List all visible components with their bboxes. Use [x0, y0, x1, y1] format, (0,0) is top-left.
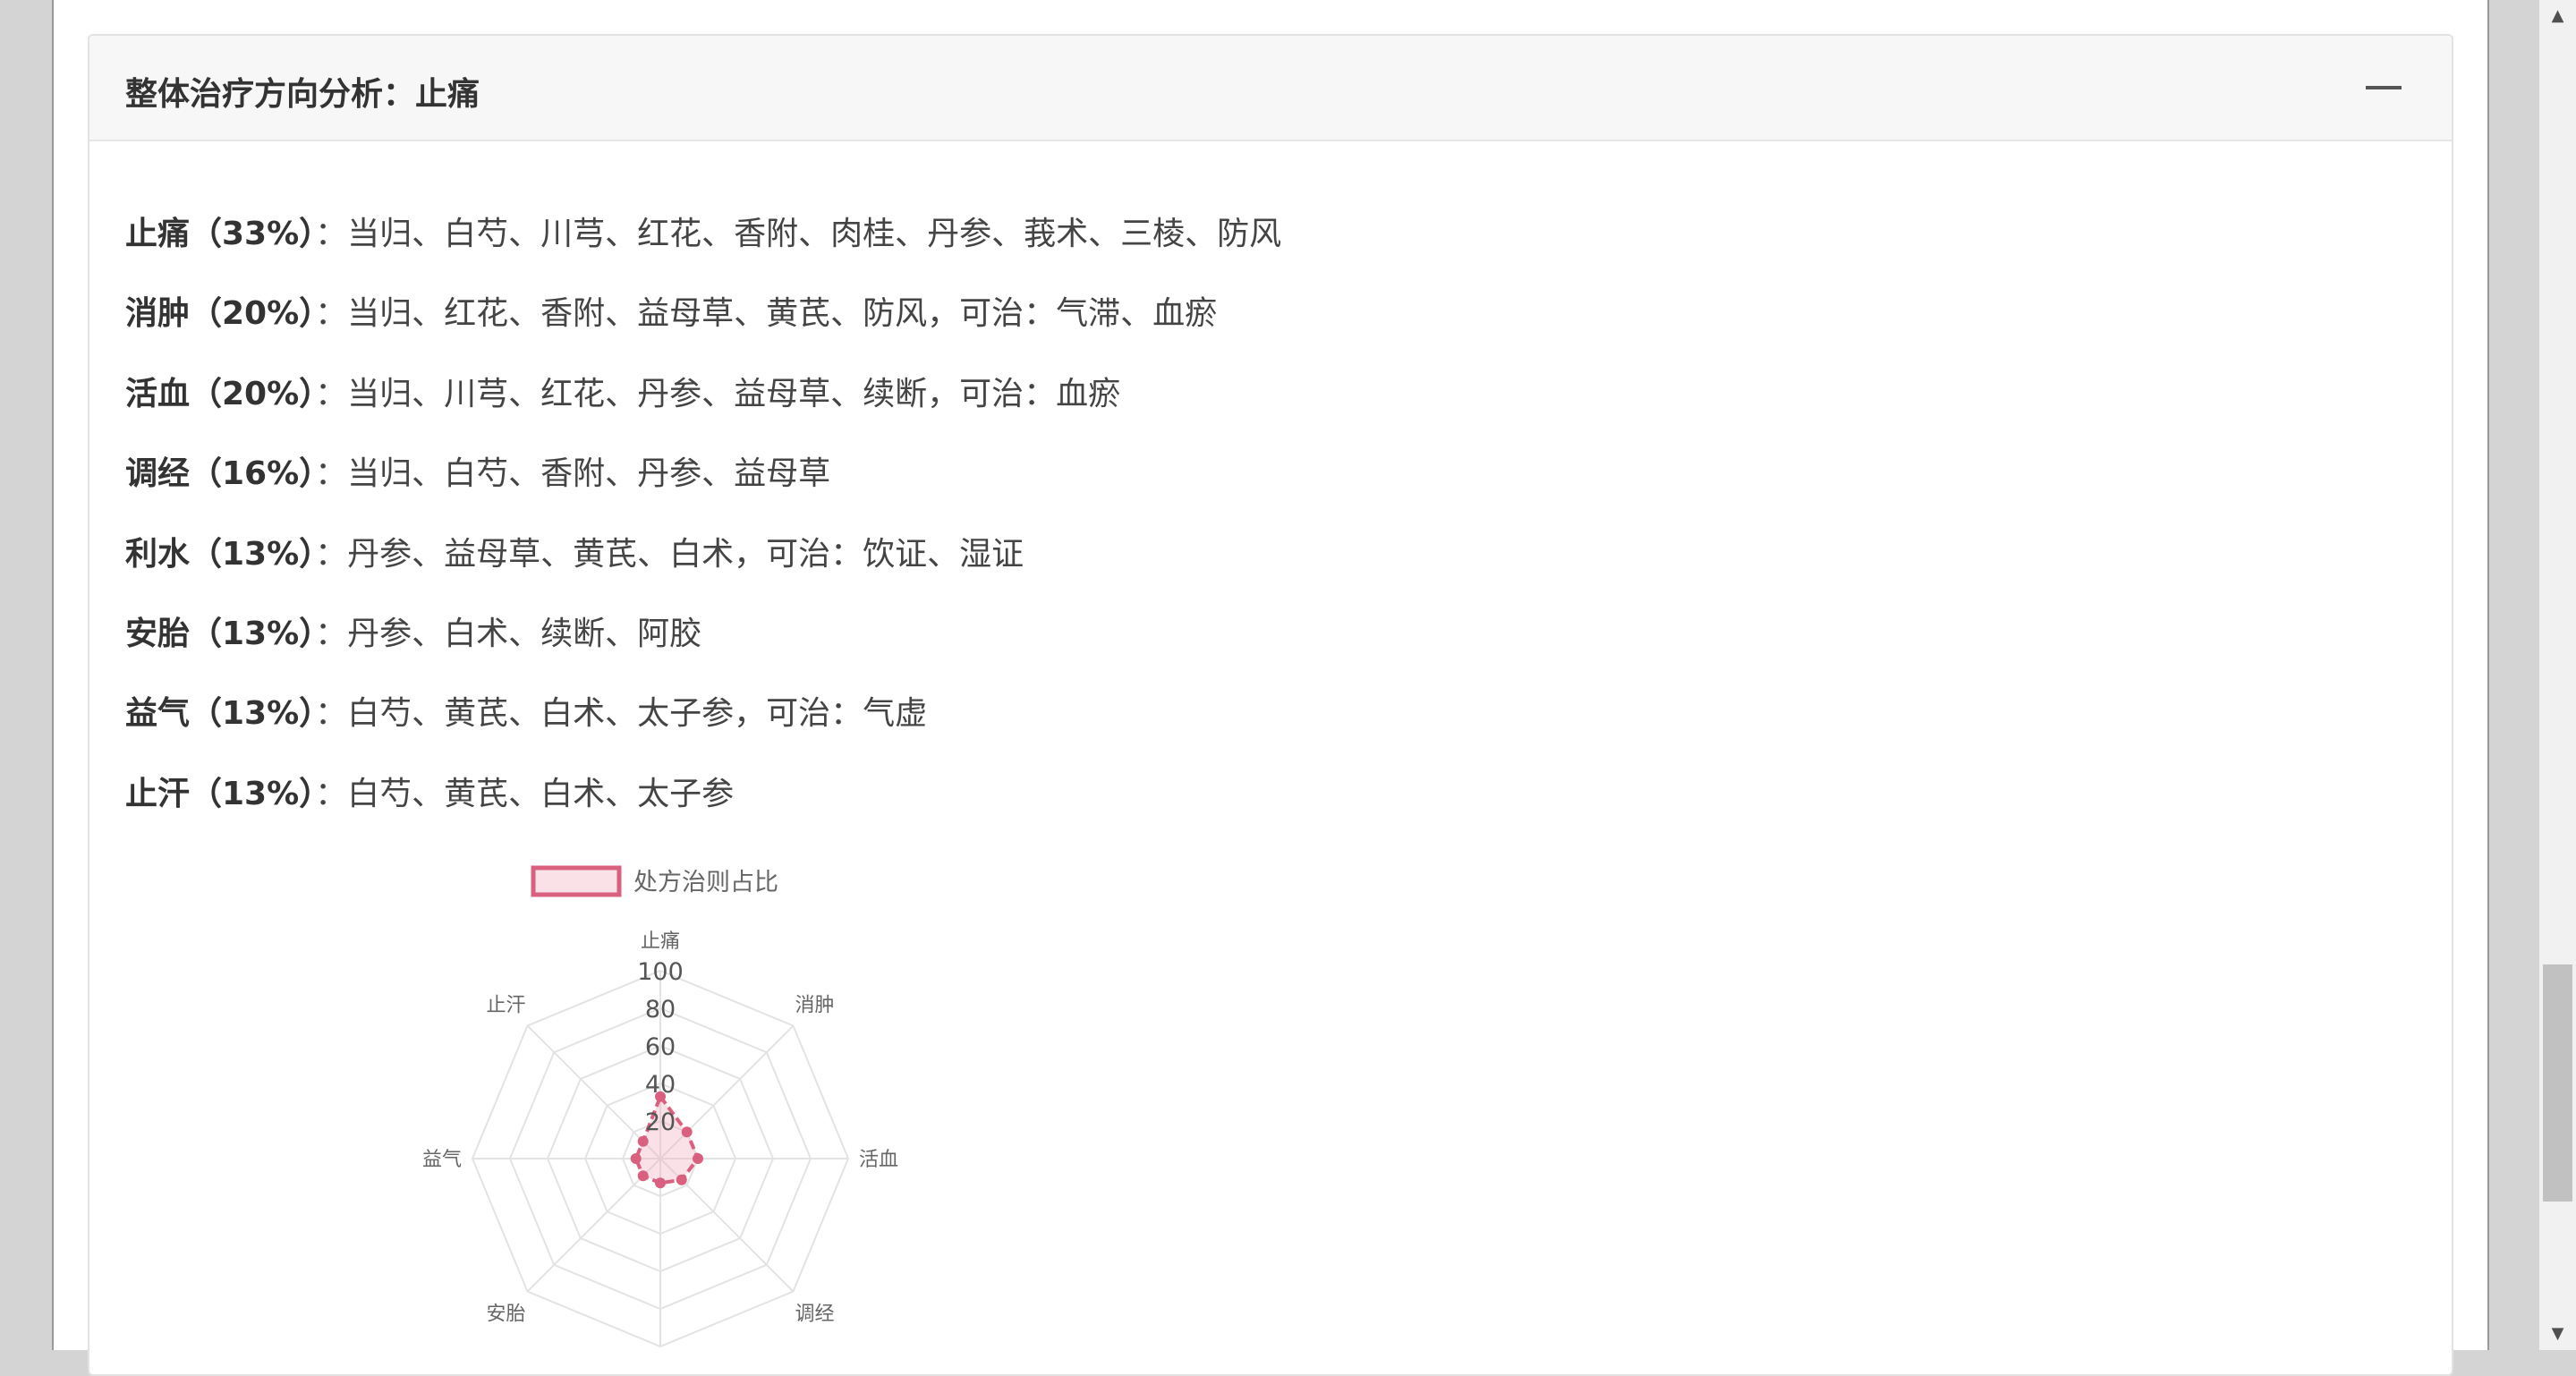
radar-axis-label: 止痛 — [641, 930, 680, 953]
legend-swatch — [531, 865, 622, 897]
item-text: ：丹参、益母草、黄芪、白术，可治：饮证、湿证 — [315, 535, 1024, 573]
radar-tick-label: 80 — [645, 996, 676, 1024]
item-text: ：当归、白芍、川芎、红花、香附、肉桂、丹参、莪术、三棱、防风 — [315, 216, 1282, 252]
radar-axis-label: 止汗 — [486, 994, 525, 1016]
item-text: ：白芍、黄芪、白术、太子参，可治：气虚 — [315, 695, 928, 733]
panel-title: 整体治疗方向分析：止痛 — [125, 76, 480, 113]
radar-data-point — [676, 1174, 687, 1185]
radar-tick-label: 20 — [645, 1108, 676, 1136]
list-item: 调经（16%）：当归、白芍、香附、丹参、益母草 — [125, 447, 2273, 527]
radar-chart: 止痛消肿活血调经利水安胎益气止汗20406080100处方治则占比 — [340, 850, 1020, 1376]
item-label: 止汗（13%） — [125, 775, 316, 812]
radar-axis-label: 益气 — [422, 1149, 462, 1171]
item-text: ：当归、红花、香附、益母草、黄芪、防风，可治：气滞、血瘀 — [315, 295, 1218, 333]
list-item: 活血（20%）：当归、川芎、红花、丹参、益母草、续断，可治：血瘀 — [125, 368, 2273, 447]
radar-chart-svg: 止痛消肿活血调经利水安胎益气止汗20406080100处方治则占比 — [422, 865, 898, 1376]
treatment-direction-list: 止痛（33%）：当归、白芍、川芎、红花、香附、肉桂、丹参、莪术、三棱、防风 消肿… — [125, 208, 2273, 847]
item-text: ：丹参、白术、续断、阿胶 — [315, 615, 702, 652]
item-label: 消肿（20%） — [125, 295, 316, 333]
radar-data-point — [637, 1170, 649, 1182]
scroll-down-arrow-icon[interactable]: ▼ — [2539, 1318, 2576, 1350]
item-label: 止痛（33%） — [125, 216, 316, 252]
list-item: 益气（13%）：白芍、黄芪、白术、太子参，可治：气虚 — [125, 687, 2273, 767]
scroll-thumb[interactable] — [2543, 964, 2572, 1202]
radar-tick-label: 60 — [645, 1033, 676, 1061]
item-text: ：白芍、黄芪、白术、太子参 — [315, 775, 735, 812]
radar-tick-label: 100 — [637, 958, 684, 986]
item-text: ：当归、白芍、香附、丹参、益母草 — [315, 455, 831, 493]
radar-data-point — [630, 1153, 642, 1164]
radar-axis-label: 调经 — [795, 1304, 835, 1326]
item-label: 利水（13%） — [125, 535, 316, 573]
collapse-button[interactable] — [2366, 84, 2402, 93]
radar-axis-label: 安胎 — [486, 1304, 525, 1326]
panel-header: 整体治疗方向分析：止痛 — [89, 36, 2452, 141]
minus-icon — [2366, 86, 2402, 89]
item-label: 调经（16%） — [125, 455, 316, 493]
scroll-up-arrow-icon[interactable]: ▲ — [2539, 0, 2576, 32]
radar-data-point — [655, 1177, 666, 1189]
item-label: 活血（20%） — [125, 375, 316, 412]
radar-data-point — [637, 1135, 649, 1147]
radar-axis-label: 消肿 — [795, 994, 835, 1016]
radar-data-point — [693, 1153, 703, 1164]
item-label: 安胎（13%） — [125, 615, 316, 652]
scrollbar[interactable]: ▲ ▼ — [2539, 0, 2576, 1350]
list-item: 利水（13%）：丹参、益母草、黄芪、白术，可治：饮证、湿证 — [125, 528, 2273, 607]
item-text: ：当归、川芎、红花、丹参、益母草、续断，可治：血瘀 — [315, 375, 1121, 412]
list-item: 止汗（13%）：白芍、黄芪、白术、太子参 — [125, 768, 2273, 847]
list-item: 消肿（20%）：当归、红花、香附、益母草、黄芪、防风，可治：气滞、血瘀 — [125, 287, 2273, 367]
radar-data-point — [681, 1126, 693, 1138]
item-label: 益气（13%） — [125, 695, 316, 733]
radar-axis-label: 活血 — [859, 1149, 898, 1171]
list-item: 安胎（13%）：丹参、白术、续断、阿胶 — [125, 607, 2273, 687]
list-item: 止痛（33%）：当归、白芍、川芎、红花、香附、肉桂、丹参、莪术、三棱、防风 — [125, 208, 2273, 287]
radar-tick-label: 40 — [645, 1071, 676, 1099]
legend-label: 处方治则占比 — [633, 869, 778, 896]
